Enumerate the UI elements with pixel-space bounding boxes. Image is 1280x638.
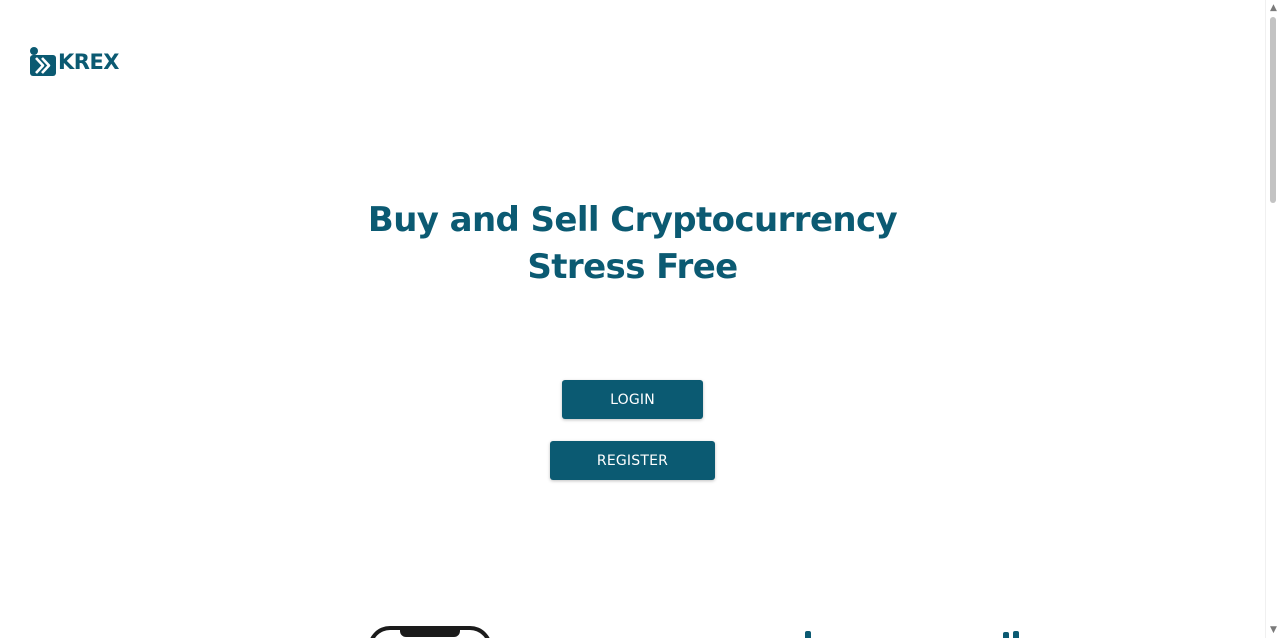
- section-heading-fragment: [1013, 631, 1019, 638]
- chevron-down-icon[interactable]: ▼: [1266, 623, 1280, 637]
- login-button[interactable]: LOGIN: [562, 380, 703, 419]
- phone-notch: [400, 629, 460, 637]
- brand-name: KREX: [58, 50, 119, 74]
- hero-title: Buy and Sell Cryptocurrency Stress Free: [0, 197, 1265, 291]
- section-heading-fragment: [1003, 632, 1009, 638]
- scrollbar-thumb[interactable]: [1270, 17, 1276, 203]
- krex-logo[interactable]: KREX: [29, 46, 119, 76]
- register-button[interactable]: REGISTER: [550, 441, 715, 480]
- krex-logo-icon: [30, 47, 56, 76]
- hero-title-line-2: Stress Free: [527, 247, 738, 287]
- section-heading-fragment: [805, 631, 811, 638]
- vertical-scrollbar[interactable]: ▲ ▼: [1265, 0, 1280, 638]
- hero-title-line-1: Buy and Sell Cryptocurrency: [367, 200, 898, 240]
- phone-illustration: [368, 626, 492, 638]
- landing-page: KREX Buy and Sell Cryptocurrency Stress …: [0, 0, 1280, 638]
- chevron-up-icon[interactable]: ▲: [1266, 1, 1280, 15]
